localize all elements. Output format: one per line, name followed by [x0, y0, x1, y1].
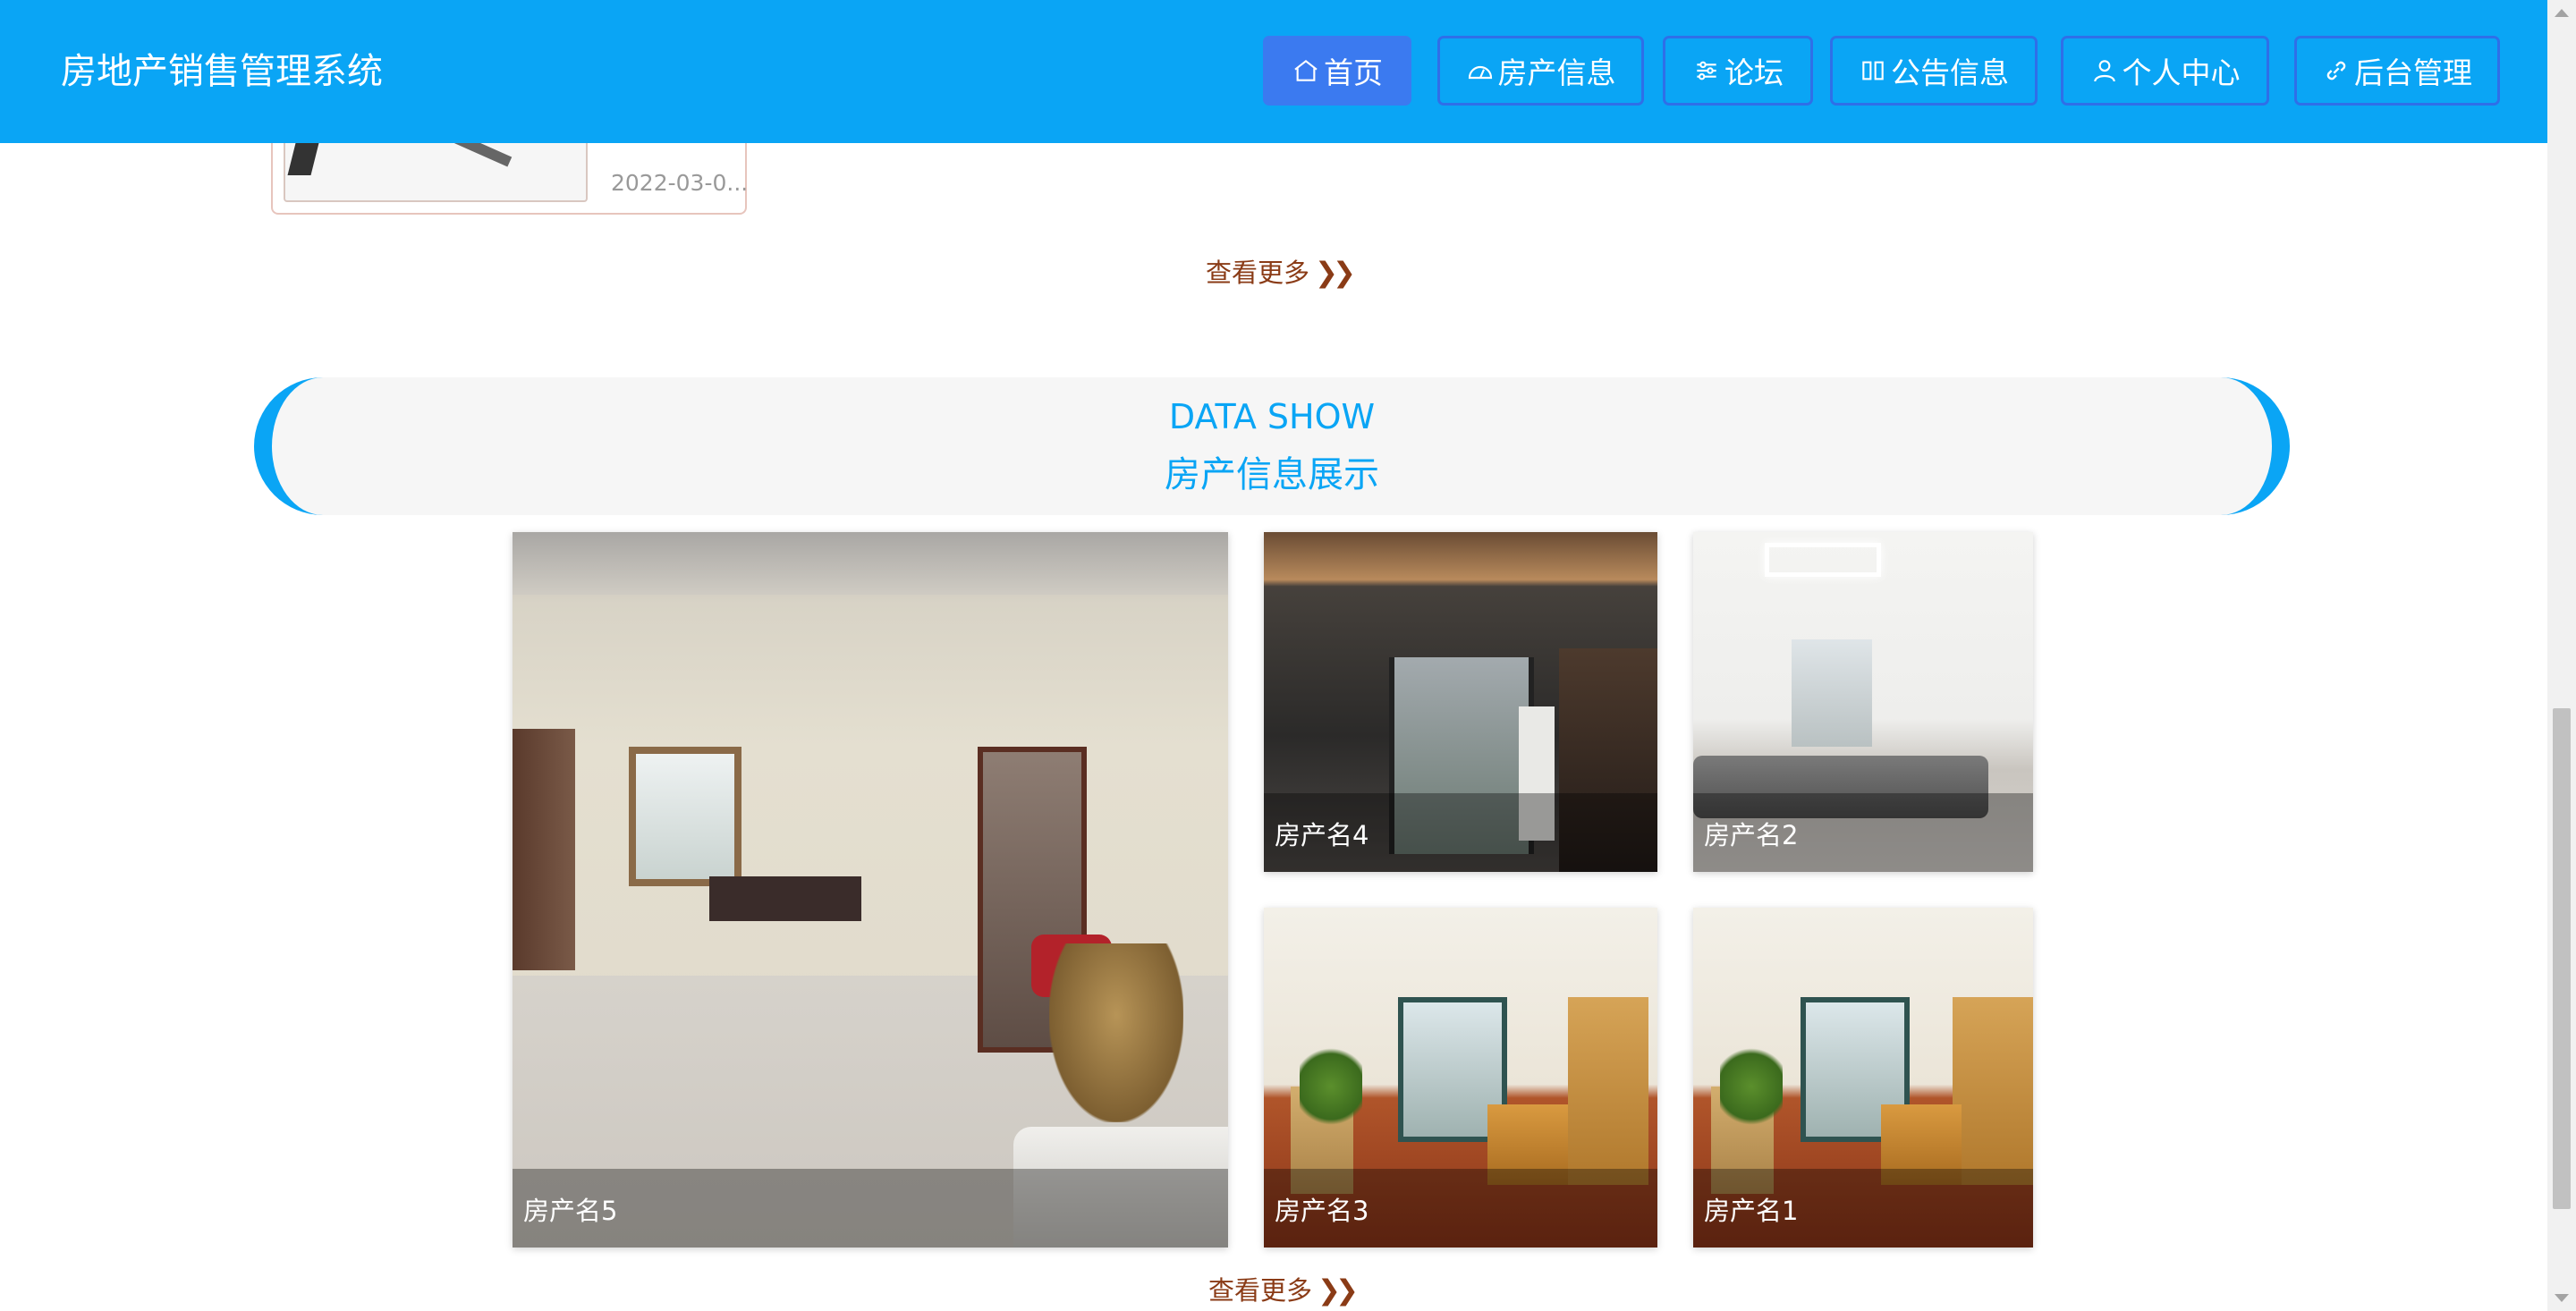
- nav-announcement-button[interactable]: 公告信息: [1830, 36, 2038, 106]
- nav-announcement-label: 公告信息: [1891, 55, 2009, 90]
- house-caption: 房产名3: [1264, 1169, 1657, 1248]
- columns-icon: [1862, 61, 1884, 80]
- house-name: 房产名4: [1275, 820, 1369, 850]
- sliders-icon: [1697, 61, 1716, 80]
- link-icon: [2326, 61, 2346, 80]
- home-icon: [1294, 59, 1318, 81]
- house-card-4[interactable]: 房产名4: [1264, 532, 1657, 872]
- nav-house-info-label: 房产信息: [1497, 55, 1616, 90]
- view-more-label: 查看更多: [1206, 258, 1310, 288]
- house-caption: 房产名2: [1693, 793, 2033, 872]
- house-name: 房产名5: [523, 1196, 618, 1226]
- scrollbar-thumb[interactable]: [2553, 708, 2571, 1209]
- double-chevron-right-icon: ❯❯: [1318, 1274, 1359, 1307]
- nav-home-button[interactable]: 首页: [1263, 36, 1411, 106]
- section-title-en: DATA SHOW: [1168, 397, 1376, 436]
- announcement-date: 2022-03-0...: [611, 170, 749, 196]
- house-caption: 房产名1: [1693, 1169, 2033, 1248]
- nav-admin-label: 后台管理: [2354, 55, 2472, 90]
- house-photo: [513, 532, 1228, 1248]
- dashboard-icon: [1468, 65, 1492, 80]
- house-name: 房产名1: [1704, 1196, 1799, 1226]
- page-scrollbar[interactable]: [2547, 0, 2576, 1311]
- double-chevron-right-icon: ❯❯: [1315, 257, 1356, 289]
- nav-personal-center-button[interactable]: 个人中心: [2061, 36, 2269, 106]
- scroll-up-arrow-icon[interactable]: [2555, 9, 2569, 17]
- house-section-header: DATA SHOW 房产信息展示: [254, 377, 2290, 515]
- view-more-announcements-link[interactable]: 查看更多 ❯❯: [1206, 252, 1356, 290]
- top-navbar: 房地产销售管理系统 首页 房产信息 论坛 公告信息 个人中心 后台管理: [0, 0, 2547, 143]
- view-more-houses-link[interactable]: 查看更多 ❯❯: [1208, 1270, 1359, 1307]
- nav-home-label: 首页: [1324, 55, 1383, 90]
- house-name: 房产名2: [1704, 820, 1799, 850]
- house-caption: 房产名4: [1264, 793, 1657, 872]
- house-card-5[interactable]: 房产名5: [513, 532, 1228, 1248]
- house-name: 房产名3: [1275, 1196, 1369, 1226]
- scroll-down-arrow-icon[interactable]: [2555, 1294, 2569, 1302]
- nav-forum-button[interactable]: 论坛: [1663, 36, 1813, 106]
- nav-house-info-button[interactable]: 房产信息: [1437, 36, 1644, 106]
- view-more-label: 查看更多: [1208, 1275, 1313, 1306]
- nav-admin-button[interactable]: 后台管理: [2294, 36, 2500, 106]
- nav-forum-label: 论坛: [1724, 55, 1784, 90]
- user-icon: [2093, 60, 2115, 82]
- section-title-cn: 房产信息展示: [1165, 454, 1379, 495]
- house-card-2[interactable]: 房产名2: [1693, 532, 2033, 872]
- house-card-3[interactable]: 房产名3: [1264, 908, 1657, 1248]
- house-card-1[interactable]: 房产名1: [1693, 908, 2033, 1248]
- house-caption: 房产名5: [513, 1169, 1228, 1248]
- site-title: 房地产销售管理系统: [61, 51, 383, 92]
- nav-personal-center-label: 个人中心: [2122, 55, 2241, 90]
